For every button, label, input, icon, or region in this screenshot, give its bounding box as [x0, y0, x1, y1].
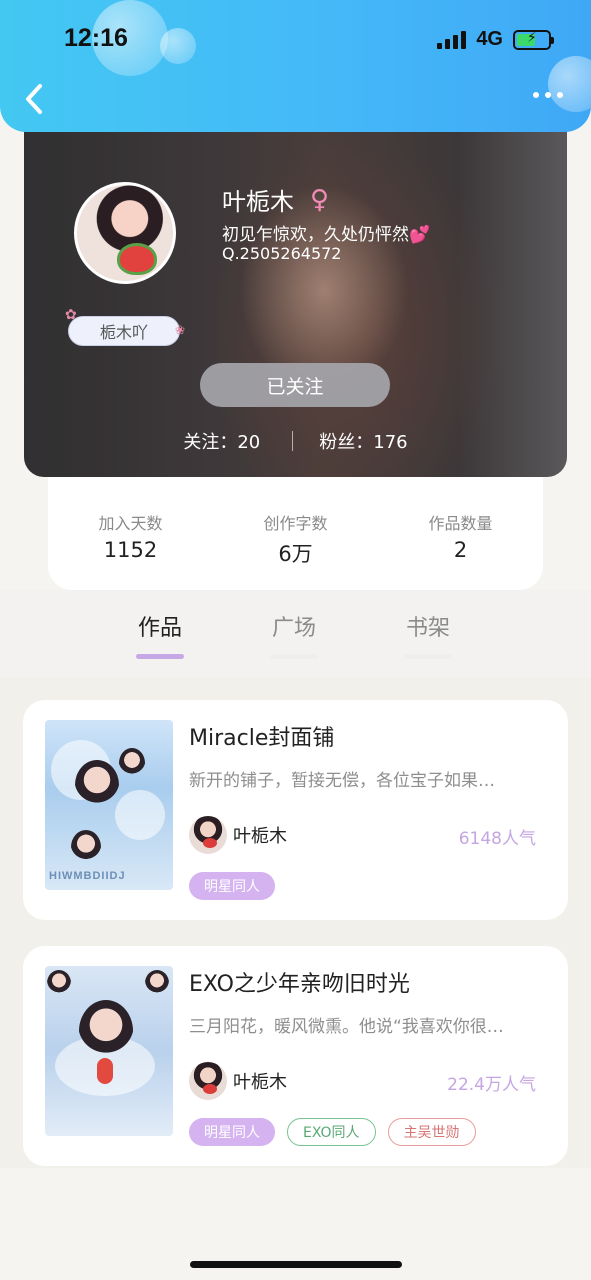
fans-count[interactable]: 粉丝：176 [319, 428, 407, 454]
stat-value: 1152 [103, 538, 158, 562]
profile-name: 叶栀木 [222, 188, 294, 216]
cover-text: HIWMBDIIDJ [49, 870, 126, 882]
author-name: 叶栀木 [233, 826, 287, 847]
tab-indicator [270, 654, 318, 659]
book-description: 三月阳花，暖风微熏。他说“我喜欢你很… [189, 1017, 504, 1037]
book-description: 新开的铺子，暂接无偿，各位宝子如果… [189, 771, 495, 791]
book-author[interactable]: 叶栀木 [189, 1062, 287, 1100]
decor-bubble [548, 56, 591, 112]
book-title[interactable]: Miracle封面铺 [189, 720, 334, 752]
tab-label: 作品 [137, 616, 182, 641]
divider [292, 431, 294, 451]
author-name: 叶栀木 [233, 1072, 287, 1093]
tag-list: 明星同人 EXO同人 主吴世勋 [189, 1118, 476, 1146]
female-icon: ♀ [310, 184, 330, 215]
signal-icon [437, 30, 467, 49]
book-cover[interactable] [45, 966, 173, 1136]
top-header: 12:16 4G ⚡ [0, 0, 591, 132]
stats-panel: 加入天数 1152 创作字数 6万 作品数量 2 [48, 470, 543, 590]
status-time: 12:16 [64, 24, 128, 52]
decor-bubble [160, 28, 196, 64]
tag[interactable]: 明星同人 [189, 872, 275, 900]
avatar[interactable] [74, 182, 176, 284]
stat-label: 作品数量 [428, 514, 493, 533]
tab-label: 广场 [271, 616, 316, 641]
profile-name-row: 叶栀木 ♀ [222, 182, 329, 217]
battery-icon: ⚡ [513, 29, 554, 50]
stat-label: 加入天数 [98, 514, 163, 533]
tab-bookshelf[interactable]: 书架 [393, 610, 463, 659]
tab-plaza[interactable]: 广场 [259, 610, 329, 659]
tab-label: 书架 [405, 616, 450, 641]
book-card[interactable]: EXO之少年亲吻旧时光 三月阳花，暖风微熏。他说“我喜欢你很… 叶栀木 22.4… [23, 946, 568, 1166]
tag[interactable]: EXO同人 [287, 1118, 376, 1146]
stat-label: 创作字数 [263, 514, 328, 533]
follow-button[interactable]: 已关注 [200, 363, 390, 407]
back-arrow-icon[interactable] [20, 82, 50, 116]
tab-works[interactable]: 作品 [125, 610, 195, 659]
popularity-count: 22.4万人气 [447, 1075, 536, 1095]
tab-indicator [404, 654, 452, 659]
tag-list: 明星同人 [189, 872, 275, 900]
avatar [189, 816, 227, 854]
home-indicator[interactable] [190, 1261, 402, 1268]
stat-join-days: 加入天数 1152 [56, 510, 206, 590]
nickname-tag: 栀木吖 [65, 307, 185, 346]
book-card[interactable]: HIWMBDIIDJ Miracle封面铺 新开的铺子，暂接无偿，各位宝子如果…… [23, 700, 568, 920]
more-options-icon[interactable] [533, 92, 563, 98]
following-count[interactable]: 关注：20 [183, 428, 260, 454]
tag[interactable]: 明星同人 [189, 1118, 275, 1146]
book-title[interactable]: EXO之少年亲吻旧时光 [189, 966, 410, 998]
profile-bio: 初见乍惊欢，久处仍怦然💕 [222, 225, 431, 245]
tab-indicator [136, 654, 184, 659]
stat-value: 2 [453, 538, 468, 562]
stat-value: 6万 [278, 542, 313, 566]
tag[interactable]: 主吴世勋 [387, 1118, 476, 1146]
stat-word-count: 创作字数 6万 [221, 510, 371, 590]
stat-works-count: 作品数量 2 [386, 510, 536, 590]
network-label: 4G [476, 28, 503, 50]
popularity-count: 6148人气 [458, 829, 536, 849]
profile-card: 栀木吖 叶栀木 ♀ 初见乍惊欢，久处仍怦然💕 Q.2505264572 已关注 … [24, 120, 567, 477]
status-indicators: 4G ⚡ [437, 28, 554, 51]
follow-counts: 关注：20 粉丝：176 [24, 428, 567, 454]
profile-qq: Q.2505264572 [222, 244, 342, 263]
avatar [189, 1062, 227, 1100]
book-author[interactable]: 叶栀木 [189, 816, 287, 854]
book-cover[interactable]: HIWMBDIIDJ [45, 720, 173, 890]
